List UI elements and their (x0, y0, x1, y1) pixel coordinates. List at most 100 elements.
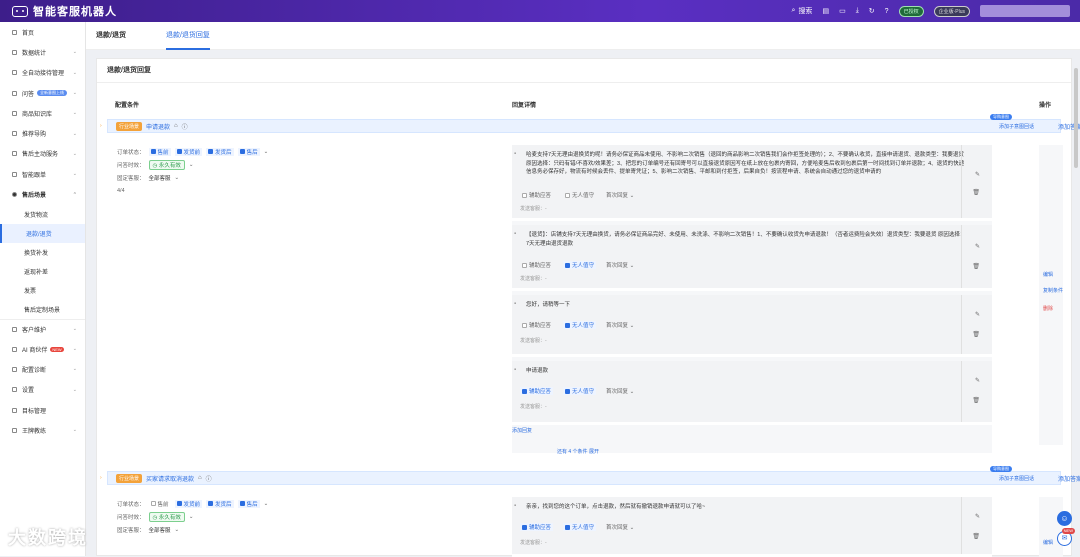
assist-checkbox[interactable]: 辅助应答 (520, 321, 553, 329)
sidebar-item-stats[interactable]: 数据统计⌄ (0, 42, 85, 62)
edit-icon[interactable]: ✎ (975, 377, 980, 384)
document-icon[interactable]: ▤ (822, 7, 829, 15)
sidebar-item-cashback[interactable]: 返现补差 (0, 262, 85, 281)
status-checkbox[interactable]: 售后 (238, 500, 260, 508)
chevron-down-icon[interactable]: ⌄ (189, 162, 194, 168)
rule-name[interactable]: 申请退款 (146, 122, 170, 131)
sidebar-item-goals[interactable]: 目标管理 (0, 400, 85, 420)
delete-icon[interactable]: 🗑 (972, 397, 980, 404)
rule-header[interactable]: › 行业场景 买家请求取消退款 ⌂ ⓘ 导购意图 添加子意图回话 添加答案 (107, 471, 1061, 485)
edit-icon[interactable]: ✎ (975, 513, 980, 520)
sidebar-item-settings[interactable]: 设置⌄ (0, 380, 85, 400)
copy-condition-link[interactable]: 复制条件 (1043, 287, 1063, 294)
sidebar-item-qa[interactable]: 问答全新意图上线⌄ (0, 83, 85, 103)
auth-status-pill[interactable]: 已授权 (899, 6, 924, 17)
tab-refund-reply[interactable]: 退款/退货回复 (166, 22, 210, 50)
edit-icon[interactable]: ✎ (975, 243, 980, 250)
sidebar-item-auto-reception[interactable]: 全自动接待管理⌄ (0, 63, 85, 83)
sidebar-item-ai-partner[interactable]: AI 商伙伴NEW⌄ (0, 339, 85, 359)
first-reply-select[interactable]: 首次回复 ⌄ (606, 523, 634, 531)
edit-icon[interactable]: ✎ (975, 311, 980, 318)
delete-icon[interactable]: 🗑 (972, 189, 980, 196)
sidebar-item-exchange[interactable]: 换货补发 (0, 243, 85, 262)
assist-checkbox[interactable]: 辅助应答 (520, 387, 553, 395)
add-sub-intent-link[interactable]: 添加子意图回话 (999, 123, 1034, 130)
tag-icon[interactable]: ⌂ (198, 475, 202, 481)
unattended-checkbox[interactable]: 无人值守 (563, 321, 596, 329)
service-select[interactable]: 全部客服 (149, 174, 171, 182)
drag-handle-icon[interactable]: ▪ (514, 231, 516, 237)
sidebar-item-product-kb[interactable]: 商品知识库⌄ (0, 103, 85, 123)
sidebar-item-diagnosis[interactable]: 配置诊断⌄ (0, 359, 85, 379)
sidebar-item-refund[interactable]: 退款/退货 (0, 224, 85, 243)
validity-tag[interactable]: ◷ 永久有效 (149, 160, 185, 170)
sidebar-item-recommend[interactable]: 推荐导购⌄ (0, 123, 85, 143)
chat-icon[interactable]: ☺ (1057, 511, 1072, 526)
sidebar-item-custom-scene[interactable]: 售后定制场景 (0, 300, 85, 319)
expand-arrow-icon[interactable]: › (100, 475, 102, 481)
drag-handle-icon[interactable]: ▪ (514, 151, 516, 157)
expand-arrow-icon[interactable]: › (100, 123, 102, 129)
sidebar-item-aftersale-scene[interactable]: 售后场景⌃ (0, 184, 85, 204)
edit-rule-link[interactable]: 编辑 (1043, 271, 1053, 278)
expand-conditions-link[interactable]: 还有 4 个条件 展开 (557, 448, 599, 455)
sidebar-item-customer[interactable]: 客户维护⌄ (0, 319, 85, 339)
status-checkbox[interactable]: 发货后 (206, 148, 234, 156)
tab-refund[interactable]: 退款/退货 (96, 22, 126, 50)
sidebar-item-invoice[interactable]: 发票 (0, 281, 85, 300)
tag-icon[interactable]: ⌂ (174, 123, 178, 129)
status-checkbox[interactable]: 发货前 (175, 500, 203, 508)
chevron-down-icon[interactable]: ⌄ (264, 501, 269, 507)
sidebar-item-aftersale-service[interactable]: 售后主动服务⌄ (0, 144, 85, 164)
user-account-menu[interactable] (980, 5, 1070, 17)
rule-name[interactable]: 买家请求取消退款 (146, 474, 194, 483)
assist-checkbox[interactable]: 辅助应答 (520, 191, 553, 199)
message-icon[interactable]: ✉NEW (1057, 531, 1072, 546)
info-icon[interactable]: ⓘ (182, 122, 188, 131)
chevron-down-icon[interactable]: ⌄ (189, 514, 194, 520)
plan-pill[interactable]: 企业版·Plus (934, 6, 970, 17)
sidebar-item-coach[interactable]: 王牌教练⌄ (0, 420, 85, 440)
add-reply-link[interactable]: 添加回复 (512, 427, 532, 434)
unattended-checkbox[interactable]: 无人值守 (563, 523, 596, 531)
add-sub-intent-link[interactable]: 添加子意图回话 (999, 475, 1034, 482)
info-icon[interactable]: ⓘ (206, 474, 212, 483)
drag-handle-icon[interactable]: ▪ (514, 301, 516, 307)
chevron-down-icon[interactable]: ⌄ (264, 149, 269, 155)
status-checkbox[interactable]: 售前 (149, 148, 171, 156)
status-checkbox[interactable]: 售后 (238, 148, 260, 156)
delete-icon[interactable]: 🗑 (972, 331, 980, 338)
unattended-checkbox[interactable]: 无人值守 (563, 261, 596, 269)
first-reply-select[interactable]: 首次回复 ⌄ (606, 321, 634, 329)
first-reply-select[interactable]: 首次回复 ⌄ (606, 261, 634, 269)
edit-rule-link[interactable]: 编辑 (1043, 539, 1053, 546)
edit-icon[interactable]: ✎ (975, 171, 980, 178)
help-icon[interactable]: ? (885, 8, 889, 15)
add-answer-link[interactable]: 添加答案 (1058, 474, 1080, 483)
unattended-checkbox[interactable]: 无人值守 (563, 191, 596, 199)
refresh-icon[interactable]: ↻ (869, 7, 875, 15)
app-logo[interactable]: 智能客服机器人 (12, 3, 117, 19)
chevron-down-icon[interactable]: ⌄ (175, 527, 180, 533)
status-checkbox[interactable]: 售前 (149, 500, 171, 508)
sidebar-item-smart-followup[interactable]: 智能跟单⌄ (0, 164, 85, 184)
delete-rule-link[interactable]: 删除 (1043, 305, 1053, 312)
delete-icon[interactable]: 🗑 (972, 533, 980, 540)
sidebar-item-shipping[interactable]: 发货物流 (0, 205, 85, 224)
status-checkbox[interactable]: 发货后 (206, 500, 234, 508)
monitor-icon[interactable]: ▭ (839, 7, 846, 15)
first-reply-select[interactable]: 首次回复 ⌄ (606, 191, 634, 199)
status-checkbox[interactable]: 发货前 (175, 148, 203, 156)
search-button[interactable]: ⌕搜索 (792, 6, 813, 16)
validity-tag[interactable]: ◷ 永久有效 (149, 512, 185, 522)
first-reply-select[interactable]: 首次回复 ⌄ (606, 387, 634, 395)
drag-handle-icon[interactable]: ▪ (514, 367, 516, 373)
scrollbar[interactable] (1074, 68, 1078, 168)
unattended-checkbox[interactable]: 无人值守 (563, 387, 596, 395)
drag-handle-icon[interactable]: ▪ (514, 503, 516, 509)
sidebar-item-home[interactable]: 首页 (0, 22, 85, 42)
delete-icon[interactable]: 🗑 (972, 263, 980, 270)
download-icon[interactable]: ⤓ (856, 7, 859, 15)
chevron-down-icon[interactable]: ⌄ (175, 175, 180, 181)
assist-checkbox[interactable]: 辅助应答 (520, 523, 553, 531)
